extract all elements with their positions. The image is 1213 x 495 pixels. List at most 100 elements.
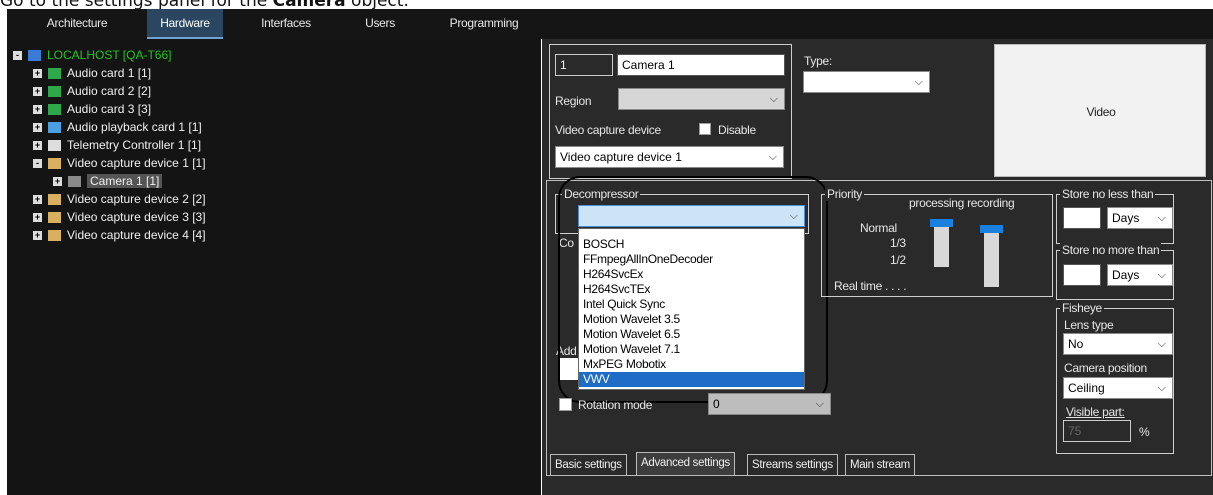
- realtime-label: Real time . . . .: [834, 279, 907, 293]
- one-third-label: 1/3: [890, 236, 906, 250]
- chevron-down-icon: ⌵: [1157, 338, 1166, 350]
- half-label: 1/2: [890, 253, 906, 267]
- tree-item-label: Video capture device 2 [2]: [67, 192, 206, 206]
- tab-architecture[interactable]: Architecture: [7, 9, 147, 39]
- tree-item[interactable]: - LOCALHOST [QA-T66]: [13, 46, 533, 64]
- tab-basic-settings[interactable]: Basic settings: [550, 454, 627, 476]
- device-icon: [48, 212, 61, 224]
- tree-item[interactable]: + Audio playback card 1 [1]: [13, 118, 533, 136]
- tab-users[interactable]: Users: [355, 9, 405, 39]
- expand-icon[interactable]: +: [33, 69, 42, 79]
- tree-item[interactable]: + Telemetry Controller 1 [1]: [13, 136, 533, 154]
- expand-icon[interactable]: +: [33, 231, 42, 241]
- disable-label: Disable: [718, 123, 756, 137]
- tree-item-label: Video capture device 4 [4]: [67, 228, 206, 242]
- camera-id-field[interactable]: 1: [555, 54, 613, 76]
- video-capture-value: Video capture device 1: [560, 150, 682, 164]
- device-icon: [48, 194, 61, 206]
- visible-part-input[interactable]: 75: [1063, 420, 1131, 442]
- collapse-icon[interactable]: -: [13, 51, 22, 61]
- device-icon: [68, 176, 81, 188]
- store-no-less-unit-dropdown[interactable]: Days ⌵: [1107, 207, 1173, 229]
- tree-item-label: Audio card 3 [3]: [67, 102, 152, 116]
- top-tab-bar: Architecture Hardware Interfaces Users P…: [7, 9, 1213, 39]
- tree-item-label: LOCALHOST [QA-T66]: [47, 48, 172, 62]
- tree-item-label: Audio card 2 [2]: [67, 84, 152, 98]
- tree-item[interactable]: + Audio card 1 [1]: [13, 64, 533, 82]
- store-no-less-title: Store no less than: [1060, 187, 1156, 201]
- store-no-more-unit-dropdown[interactable]: Days ⌵: [1107, 264, 1173, 286]
- tab-interfaces[interactable]: Interfaces: [251, 9, 321, 39]
- tree-item[interactable]: + Video capture device 4 [4]: [13, 226, 533, 244]
- tree-item[interactable]: + Audio card 3 [3]: [13, 100, 533, 118]
- tree-item-label: Audio card 1 [1]: [67, 66, 152, 80]
- device-icon: [48, 158, 61, 170]
- lens-type-label: Lens type: [1064, 318, 1114, 332]
- disable-checkbox[interactable]: [699, 123, 711, 135]
- settings-panel: 1 Camera 1 Region ⌵ Video capture device…: [542, 39, 1213, 495]
- recording-slider[interactable]: [980, 225, 1003, 287]
- tree-item-label: Video capture device 3 [3]: [67, 210, 206, 224]
- tab-advanced-settings[interactable]: Advanced settings: [636, 452, 735, 476]
- store-no-more-title: Store no more than: [1060, 243, 1162, 257]
- tree-item-label: Audio playback card 1 [1]: [67, 120, 202, 134]
- device-icon: [48, 86, 61, 98]
- expand-icon[interactable]: +: [33, 195, 42, 205]
- camera-position-dropdown[interactable]: Ceiling ⌵: [1063, 377, 1173, 399]
- store-no-more-input[interactable]: [1063, 264, 1101, 286]
- device-icon: [48, 140, 61, 152]
- chevron-down-icon: ⌵: [914, 76, 923, 88]
- expand-icon[interactable]: +: [33, 105, 42, 115]
- expand-icon[interactable]: +: [33, 123, 42, 133]
- tree-item[interactable]: + Audio card 2 [2]: [13, 82, 533, 100]
- camera-name-field[interactable]: Camera 1: [617, 54, 785, 76]
- chevron-down-icon: ⌵: [1157, 382, 1166, 394]
- recording-slider-thumb[interactable]: [980, 225, 1003, 233]
- rotation-mode-dropdown[interactable]: 0 ⌵: [708, 393, 831, 415]
- tree-item[interactable]: + Video capture device 2 [2]: [13, 190, 533, 208]
- tab-hardware[interactable]: Hardware: [147, 9, 223, 39]
- tree-item[interactable]: + Camera 1 [1]: [13, 172, 533, 190]
- hardware-tree-panel: - LOCALHOST [QA-T66] + Audio card 1 [1] + Aud…: [7, 39, 544, 495]
- processing-recording-label: processing recording: [909, 196, 1015, 210]
- collapse-icon[interactable]: -: [33, 159, 42, 169]
- chevron-down-icon: ⌵: [815, 398, 824, 410]
- rotation-value: 0: [713, 397, 720, 411]
- tab-streams-settings[interactable]: Streams settings: [747, 454, 838, 476]
- expand-icon[interactable]: +: [33, 213, 42, 223]
- expand-icon[interactable]: +: [33, 87, 42, 97]
- priority-title: Priority: [825, 187, 864, 201]
- days-value: Days: [1112, 211, 1140, 225]
- chevron-down-icon: ⌵: [1157, 212, 1166, 224]
- tab-main-stream[interactable]: Main stream: [845, 454, 915, 476]
- expand-icon[interactable]: +: [33, 141, 42, 151]
- store-no-less-input[interactable]: [1063, 207, 1101, 229]
- days-value: Days: [1112, 268, 1140, 282]
- chevron-down-icon: ⌵: [1157, 269, 1166, 281]
- video-capture-label: Video capture device: [555, 123, 661, 137]
- device-icon: [48, 230, 61, 242]
- video-preview-label: Video: [1086, 105, 1116, 119]
- camera-position-label: Camera position: [1064, 361, 1147, 375]
- device-icon: [48, 68, 61, 80]
- percent-label: %: [1139, 425, 1150, 439]
- lens-type-dropdown[interactable]: No ⌵: [1063, 333, 1173, 355]
- rotation-mode-checkbox[interactable]: [559, 398, 572, 411]
- expand-icon[interactable]: +: [53, 177, 62, 187]
- region-label: Region: [555, 94, 592, 108]
- tree-item-label: Video capture device 1 [1]: [67, 156, 206, 170]
- type-dropdown[interactable]: ⌵: [803, 71, 930, 93]
- rotation-mode-label: Rotation mode: [578, 398, 653, 412]
- processing-slider[interactable]: [930, 219, 953, 267]
- processing-slider-thumb[interactable]: [930, 219, 953, 227]
- video-preview[interactable]: Video: [994, 44, 1206, 177]
- device-icon: [28, 50, 41, 62]
- video-capture-dropdown[interactable]: Video capture device 1 ⌵: [555, 146, 784, 168]
- region-dropdown[interactable]: ⌵: [618, 88, 785, 110]
- tree-item[interactable]: - Video capture device 1 [1]: [13, 154, 533, 172]
- normal-label: Normal: [860, 221, 897, 235]
- type-label: Type:: [804, 54, 832, 68]
- tree-item[interactable]: + Video capture device 3 [3]: [13, 208, 533, 226]
- tree-item-label: Camera 1 [1]: [87, 174, 163, 188]
- tab-programming[interactable]: Programming: [439, 9, 529, 39]
